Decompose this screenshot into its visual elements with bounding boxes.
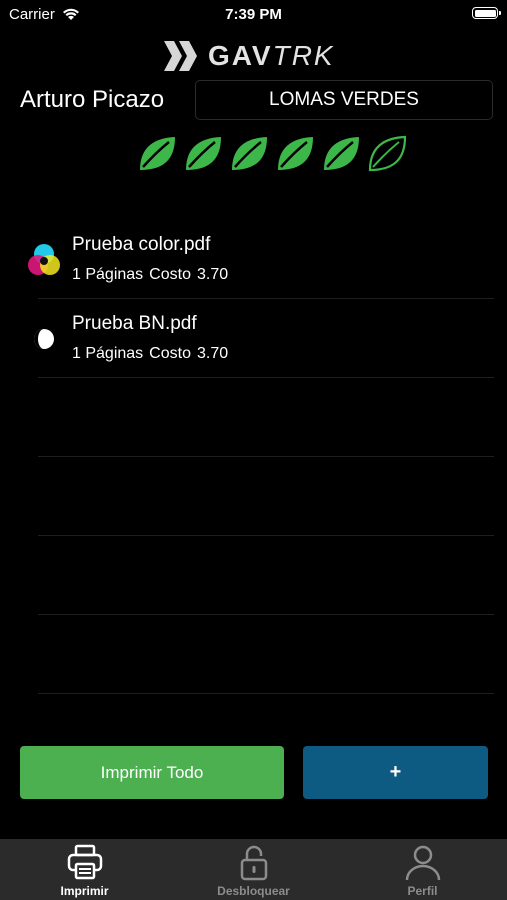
empty-row — [38, 615, 494, 694]
empty-row — [38, 536, 494, 615]
bw-print-icon — [34, 329, 54, 349]
cost-label: Costo — [149, 345, 191, 362]
logo-wordmark: GAVTRK — [208, 40, 335, 72]
list-item[interactable]: Prueba BN.pdf 1 Páginas Costo 3.70 — [34, 299, 494, 378]
page-count: 1 Páginas — [72, 266, 144, 283]
location-selector[interactable]: LOMAS VERDES — [195, 80, 493, 120]
logo-gav: GAV — [208, 40, 273, 71]
color-print-icon — [28, 244, 60, 275]
tab-label: Perfil — [407, 884, 438, 898]
leaf-outline-icon — [368, 135, 407, 172]
logo-trk: TRK — [272, 40, 335, 71]
print-job-list: Prueba color.pdf 1 Páginas Costo 3.70 Prue… — [28, 220, 494, 694]
cost-label: Costo — [149, 266, 191, 283]
printer-icon — [67, 844, 102, 880]
empty-row — [38, 378, 494, 457]
tab-imprimir[interactable]: Imprimir — [0, 839, 169, 900]
leaf-filled-icon — [278, 137, 313, 170]
profile-icon — [405, 845, 440, 881]
file-name: Prueba color.pdf — [72, 234, 211, 255]
tab-label: Imprimir — [60, 884, 109, 898]
cost-value: 3.70 — [196, 345, 229, 362]
empty-row — [38, 457, 494, 536]
logo-chevron-icon — [164, 41, 197, 71]
print-all-button[interactable]: Imprimir Todo — [20, 746, 284, 799]
page-count: 1 Páginas — [72, 345, 144, 362]
file-info: 1 Páginas Costo 3.70 — [72, 345, 234, 363]
leaf-filled-icon — [324, 137, 359, 170]
tab-perfil[interactable]: Perfil — [338, 839, 507, 900]
leaf-filled-icon — [232, 137, 267, 170]
file-name: Prueba BN.pdf — [72, 313, 197, 334]
unlock-icon — [240, 845, 267, 881]
tab-label: Desbloquear — [217, 884, 290, 898]
user-name: Arturo Picazo — [20, 86, 165, 113]
cost-value: 3.70 — [196, 266, 229, 283]
tab-desbloquear[interactable]: Desbloquear — [169, 839, 338, 900]
status-time: 7:39 PM — [225, 6, 282, 23]
app-logo: GAVTRK — [162, 38, 335, 74]
file-info: 1 Páginas Costo 3.70 — [72, 266, 234, 284]
battery-icon — [472, 7, 501, 19]
add-file-button[interactable]: + — [303, 746, 488, 799]
eco-rating — [137, 132, 409, 174]
tab-bar: Imprimir Desbloquear Perfil — [0, 839, 507, 900]
leaf-filled-icon — [186, 137, 221, 170]
status-bar: Carrier 7:39 PM — [0, 0, 507, 30]
leaf-filled-icon — [140, 137, 175, 170]
list-item[interactable]: Prueba color.pdf 1 Páginas Costo 3.70 — [28, 220, 494, 299]
